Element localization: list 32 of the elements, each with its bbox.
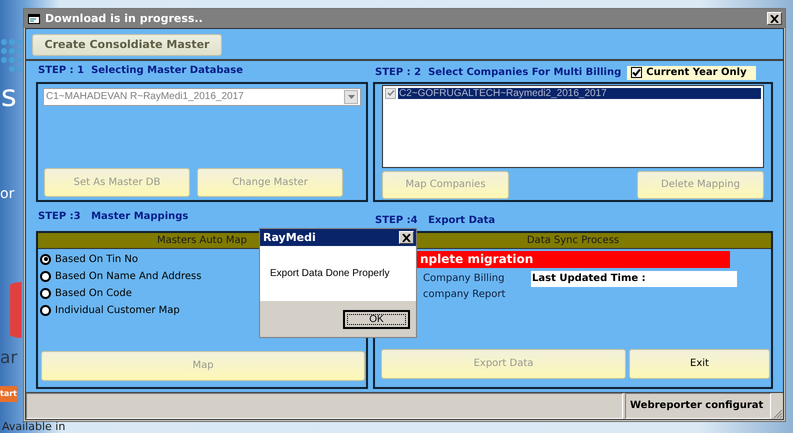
exit-button[interactable]: Exit [629,348,770,379]
checkbox-label: Current Year Only [646,67,747,78]
checkbox[interactable] [631,67,642,78]
step-label: STEP : 1 Selecting Master Database [37,64,244,78]
list-item[interactable]: C2~GOFRUGALTECH~Raymedi2_2016_2017 [398,88,761,99]
database-dropdown[interactable]: C1~MAHADEVAN R~RayMedi1_2016_2017 [43,88,361,106]
dialog-title: RayMedi [263,231,316,244]
checkbox[interactable] [385,88,396,99]
heading-text: ar [0,348,18,368]
step-label: STEP :3 Master Mappings [37,210,190,224]
window-title: Download is in progress.. [45,12,204,25]
step-label: STEP :4 Export Data [374,214,496,228]
last-updated-field: Last Updated Time : [531,270,737,287]
create-master-button[interactable]: Create Consoldiate Master [32,34,222,56]
report-label: Company Billing [423,272,506,286]
tagline-text: or [0,186,14,202]
headline-text: s [1,80,17,114]
close-button[interactable] [399,231,414,244]
current-year-option[interactable]: Current Year Only [627,66,756,80]
ok-button[interactable]: OK [343,310,410,328]
close-button[interactable] [767,12,782,25]
caption-text: Available in [2,421,66,433]
report-label: company Report [423,288,506,302]
radio-option[interactable]: Based On Tin No [40,250,366,268]
step-label: STEP : 2 Select Companies For Multi Billing [374,66,622,80]
status-panel: Webreporter configurat [625,393,771,419]
start-button[interactable]: tart [0,386,17,402]
radio-option[interactable]: Based On Code [40,284,366,302]
dropdown-arrow-icon[interactable] [348,94,354,99]
app-icon [28,13,40,24]
dialog-message: Export Data Done Properly [270,268,390,279]
resize-grip-icon[interactable] [773,409,783,419]
